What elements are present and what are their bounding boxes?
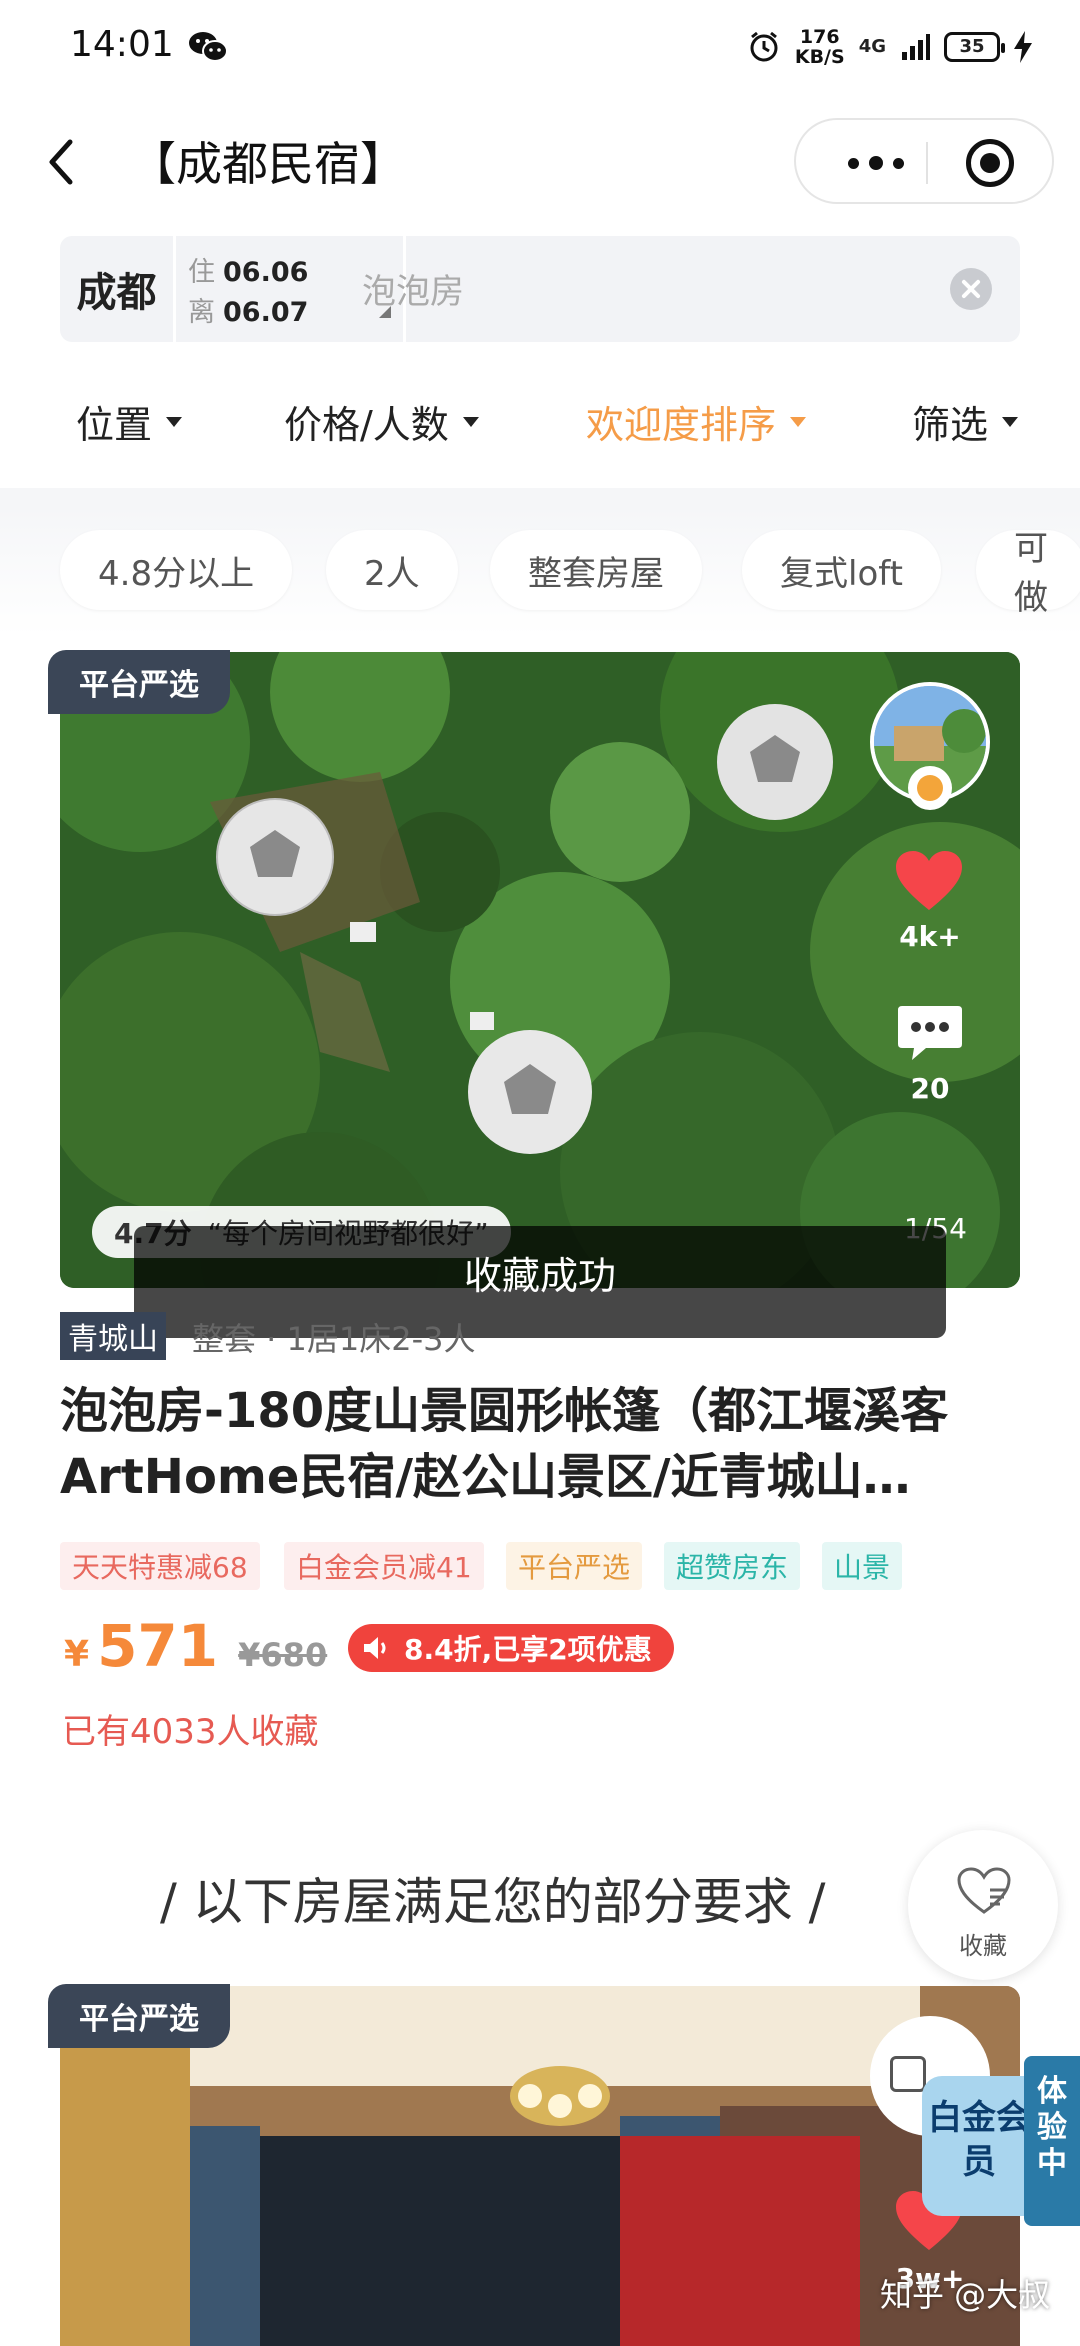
header: 【成都民宿】 [0,110,1080,220]
tag-daily-discount: 天天特惠减68 [60,1542,260,1590]
speaker-icon [364,1637,386,1659]
current-price: 571 [97,1612,219,1680]
tag-member-discount: 白金会员减41 [284,1542,484,1590]
filter-more[interactable]: 筛选 [912,394,1019,449]
room-info: 整套 · 1居1床2-3人 [192,1320,476,1358]
filter-sort[interactable]: 欢迎度排序 [586,394,807,449]
divider [0,488,1080,508]
chip-guests[interactable]: 2人 [326,530,458,610]
host-medal-icon [908,766,952,810]
like-count: 4k+ [899,920,961,953]
signal-icon [902,34,930,60]
comment-icon[interactable] [896,1004,964,1064]
chip-more[interactable]: 可做 [976,529,1080,618]
chip-rating[interactable]: 4.8分以上 [60,530,293,610]
filter-price[interactable]: 价格/人数 [284,394,479,449]
search-bar: 成都 住 06.06 离 06.07 泡泡房 [60,236,1020,342]
watermark: 知乎 @大叔 [880,2276,1051,2314]
status-time: 14:01 [70,24,174,65]
network-speed: 176 KB/S [794,26,845,68]
network-type: 4G [858,36,886,57]
chip-loft[interactable]: 复式loft [742,530,941,610]
charging-icon [1014,31,1032,63]
search-input[interactable]: 泡泡房 [362,264,464,313]
wechat-icon [189,32,228,62]
tag-superhost: 超赞房东 [664,1542,801,1590]
section-heading: / 以下房屋满足您的部分要求 / [160,1873,826,1931]
checkin-date: 住 06.06 [188,257,309,288]
favorite-count: 已有4033人收藏 [62,1712,319,1752]
currency-symbol: ¥ [64,1634,90,1675]
target-icon[interactable] [966,139,1014,187]
more-icon[interactable] [826,120,926,206]
checkout-date: 离 06.07 [188,297,309,328]
back-icon[interactable] [38,132,88,192]
member-trial-label: 体验中 [1024,2056,1080,2226]
capsule-divider [926,142,928,184]
page-title: 【成都民宿】 [130,137,406,191]
discount-badge: 8.4折,已享2项优惠 [348,1624,674,1672]
comment-count: 20 [910,1072,950,1105]
heart-icon[interactable] [894,850,964,912]
tag-platform-select: 平台严选 [506,1542,643,1590]
favorites-button[interactable]: 收藏 [908,1830,1058,1980]
member-label: 白金会员 [922,2076,1036,2216]
favorites-label: 收藏 [959,1932,1007,1960]
member-trial-banner[interactable]: 白金会员 体验中 [922,2056,1080,2226]
alarm-icon [750,31,778,62]
price-row: ¥ 571 ¥680 [64,1612,327,1682]
listing-title[interactable]: 泡泡房-180度山景圆形帐篷（都江堰溪客ArtHome民宿/赵公山景区/近青城山… [60,1378,1030,1510]
chip-entire-home[interactable]: 整套房屋 [490,530,702,610]
filter-location[interactable]: 位置 [76,394,183,449]
tag-mountain-view: 山景 [822,1542,903,1590]
platform-select-badge-2: 平台严选 [48,1984,230,2048]
status-bar: 14:01 176 KB/S 4G 35 [0,0,1080,100]
mini-program-capsule [794,118,1054,204]
favorites-heart-icon [957,1867,1011,1914]
location-tag: 青城山 [60,1312,166,1360]
filter-bar: 位置 价格/人数 欢迎度排序 筛选 [0,388,1080,458]
clear-icon[interactable] [950,268,992,310]
chevron-down-icon [462,416,479,427]
city-selector[interactable]: 成都 [60,236,176,342]
status-icons: 176 KB/S 4G 35 [747,22,1032,72]
original-price: ¥680 [238,1636,328,1674]
battery-icon: 35 [944,32,1005,62]
chevron-down-icon [166,416,183,427]
chevron-down-icon [1002,416,1019,427]
chevron-down-icon [790,416,807,427]
platform-select-badge: 平台严选 [48,650,230,714]
